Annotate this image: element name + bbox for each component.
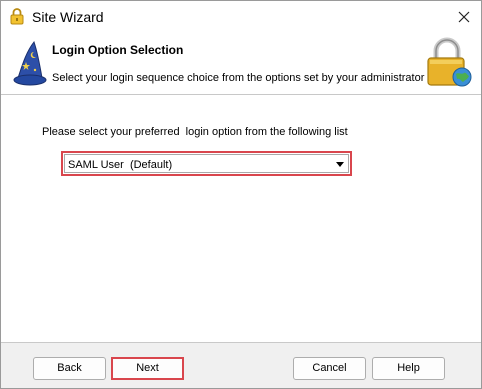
site-wizard-window: Site Wizard Login Option Selection Selec… xyxy=(0,0,482,389)
dropdown-arrow-icon xyxy=(336,162,344,167)
wizard-header: Login Option Selection Select your login… xyxy=(1,32,481,95)
close-button[interactable] xyxy=(447,1,481,32)
header-title: Login Option Selection xyxy=(52,43,184,57)
dropdown-field: SAML User (Default) xyxy=(64,154,349,173)
close-icon xyxy=(458,11,470,22)
login-option-dropdown[interactable]: SAML User (Default) xyxy=(61,151,352,176)
padlock-globe-icon xyxy=(427,37,472,87)
wizard-hat-icon xyxy=(13,40,47,86)
window-title: Site Wizard xyxy=(32,9,104,25)
help-button[interactable]: Help xyxy=(372,357,445,380)
back-button[interactable]: Back xyxy=(33,357,106,380)
dropdown-selected-value: SAML User (Default) xyxy=(68,159,173,171)
cancel-button[interactable]: Cancel xyxy=(293,357,366,380)
header-subtitle: Select your login sequence choice from t… xyxy=(52,72,425,84)
button-bar: Back Next Cancel Help xyxy=(1,342,481,388)
login-option-prompt: Please select your preferred login optio… xyxy=(42,126,348,138)
lock-icon xyxy=(10,8,24,25)
title-bar: Site Wizard xyxy=(1,1,481,32)
wizard-body: Please select your preferred login optio… xyxy=(1,96,481,341)
next-button[interactable]: Next xyxy=(111,357,184,380)
